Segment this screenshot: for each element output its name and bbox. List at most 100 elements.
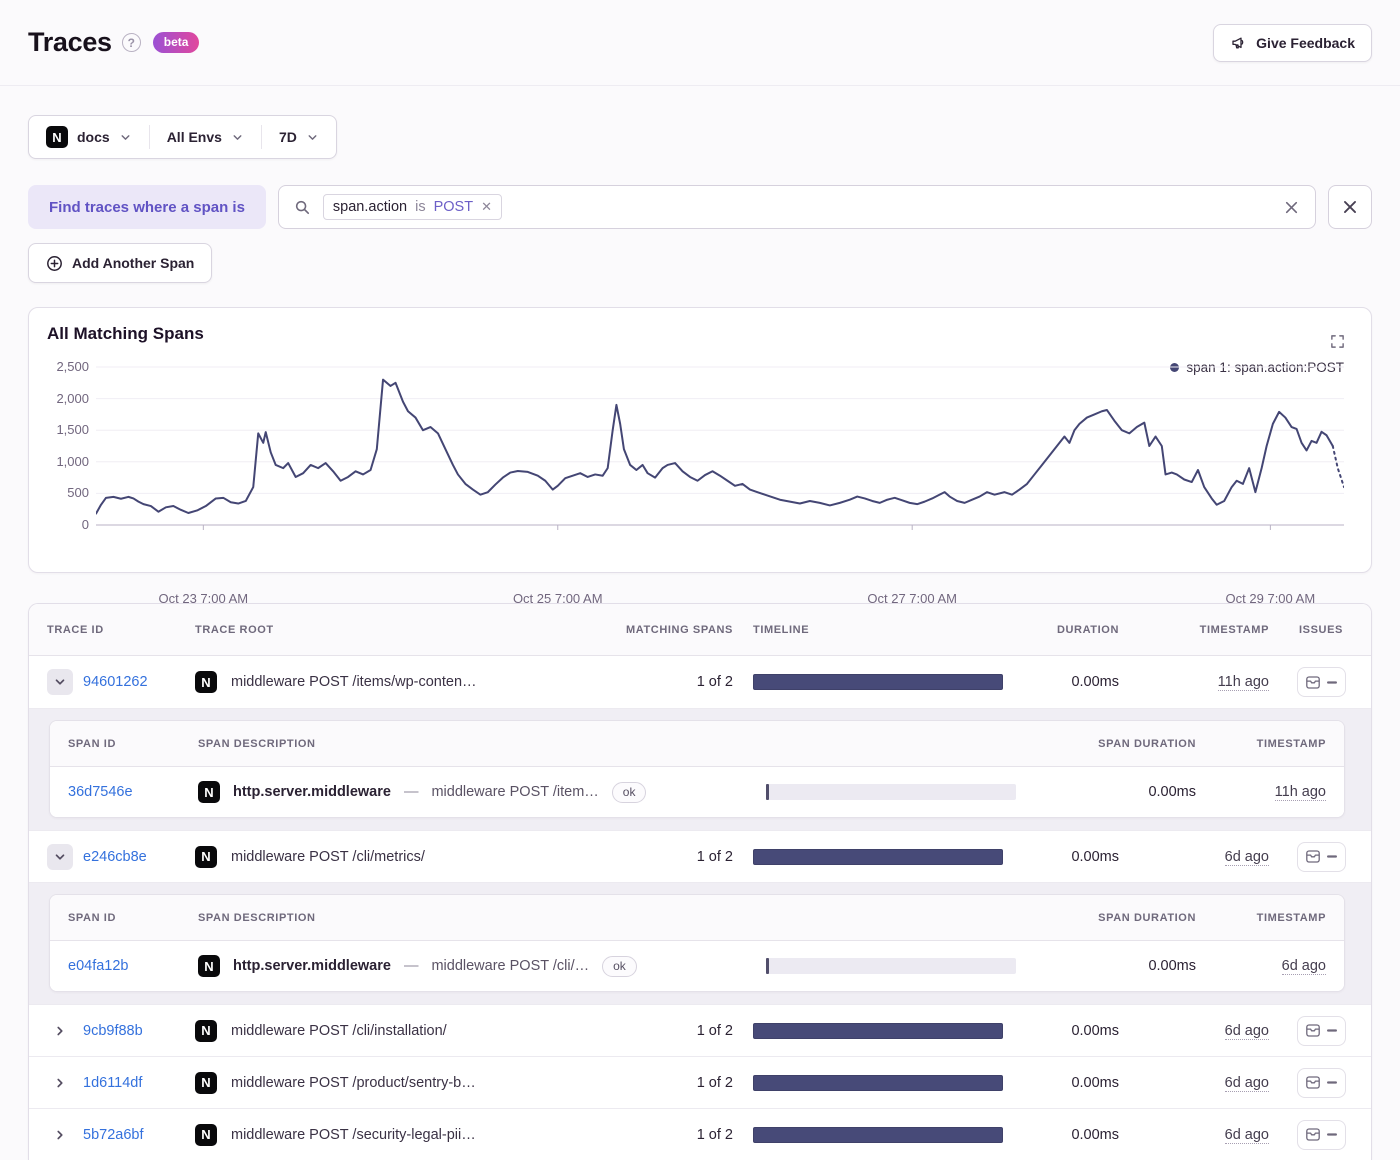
chevron-down-icon — [306, 131, 319, 144]
column-header-span-id: SPAN ID — [68, 737, 117, 750]
trace-root-text: middleware POST /cli/metrics/ — [231, 848, 425, 865]
search-clear-icon[interactable] — [1283, 199, 1300, 216]
y-tick-label: 500 — [67, 485, 89, 501]
timestamp-value[interactable]: 6d ago — [1224, 1126, 1269, 1144]
column-header-timestamp: TIMESTAMP — [1199, 623, 1269, 636]
page-title: Traces — [28, 27, 112, 57]
span-id-link[interactable]: e04fa12b — [68, 958, 128, 974]
find-traces-label-pill[interactable]: Find traces where a span is — [28, 185, 266, 229]
column-header-span-duration: SPAN DURATION — [1098, 737, 1196, 750]
duration-cell: 0.00ms — [1071, 848, 1119, 865]
timestamp-value[interactable]: 11h ago — [1217, 674, 1269, 691]
environment-filter[interactable]: All Envs — [150, 116, 261, 158]
trace-id-link[interactable]: 1d6114df — [83, 1075, 142, 1091]
expand-trace-button[interactable] — [47, 1070, 73, 1096]
x-tick-label: Oct 23 7:00 AM — [158, 591, 249, 606]
trace-id-cell: e246cb8e — [47, 843, 175, 870]
add-another-span-button[interactable]: Add Another Span — [28, 243, 213, 283]
trace-root-cell: Nmiddleware POST /cli/metrics/ — [195, 845, 583, 868]
y-tick-label: 2,000 — [56, 390, 89, 406]
issues-button[interactable] — [1296, 1015, 1346, 1046]
span-timeline-marker — [766, 958, 769, 974]
nextjs-platform-icon: N — [195, 1071, 217, 1094]
span-row: e04fa12b Nhttp.server.middleware — middlewa… — [50, 941, 1344, 991]
matching-spans-cell: 1 of 2 — [696, 674, 733, 690]
chevron-down-icon — [231, 131, 244, 144]
span-status-badge: ok — [611, 781, 647, 803]
nextjs-platform-icon: N — [195, 1123, 217, 1146]
span-id-cell: 36d7546e — [68, 784, 178, 800]
timestamp-value[interactable]: 6d ago — [1224, 1074, 1269, 1092]
beta-badge: beta — [152, 32, 200, 53]
span-id-link[interactable]: 36d7546e — [68, 784, 133, 800]
chart-expand-icon[interactable] — [1330, 334, 1345, 349]
nextjs-project-icon: N — [46, 126, 68, 148]
trace-root-cell: Nmiddleware POST /product/sentry-b… — [195, 1071, 583, 1094]
trace-row: 9cb9f88b Nmiddleware POST /cli/installati… — [29, 1004, 1371, 1056]
span-row: 36d7546e Nhttp.server.middleware — middlewa… — [50, 767, 1344, 817]
timestamp-value[interactable]: 6d ago — [1281, 958, 1326, 975]
matching-spans-cell: 1 of 2 — [696, 1126, 733, 1143]
duration-cell: 0.00ms — [1071, 1074, 1119, 1091]
span-timeline-track — [766, 958, 1016, 974]
page-content: N docs All Envs 7D Find traces where a s… — [0, 86, 1400, 1160]
issue-box-icon — [1305, 1127, 1321, 1142]
column-header-span-description: SPAN DESCRIPTION — [198, 911, 316, 924]
collapse-trace-button[interactable] — [47, 669, 73, 695]
trace-id-link[interactable]: 94601262 — [83, 674, 148, 690]
trace-id-cell: 1d6114df — [47, 1070, 175, 1096]
separator-dash: — — [403, 958, 419, 974]
trace-id-link[interactable]: e246cb8e — [83, 849, 147, 865]
nextjs-platform-icon: N — [195, 845, 217, 868]
timestamp-value[interactable]: 6d ago — [1224, 848, 1269, 866]
trace-timeline-bar — [753, 1074, 1003, 1091]
timestamp-value[interactable]: 11h ago — [1274, 784, 1326, 801]
chart-plot-area: Oct 23 7:00 AM Oct 25 7:00 AM Oct 27 7:00 … — [96, 363, 1344, 606]
token-operator: is — [415, 199, 426, 215]
trace-root-text: middleware POST /items/wp-conten… — [231, 674, 477, 690]
trace-id-link[interactable]: 5b72a6bf — [83, 1127, 143, 1143]
timeline-cell — [753, 848, 1003, 865]
megaphone-icon — [1230, 35, 1247, 51]
issues-button[interactable] — [1296, 667, 1346, 697]
issues-button[interactable] — [1296, 1067, 1346, 1098]
nextjs-platform-icon: N — [195, 1019, 217, 1042]
issues-button[interactable] — [1296, 1119, 1346, 1150]
page-header: Traces ? beta Give Feedback — [0, 0, 1400, 86]
span-search-row: Find traces where a span is span.action … — [28, 185, 1372, 229]
issues-button[interactable] — [1296, 841, 1346, 872]
span-timeline-marker — [766, 784, 769, 800]
span-operation: http.server.middleware — [233, 784, 391, 800]
x-tick-label: Oct 27 7:00 AM — [867, 591, 957, 606]
search-filter-token[interactable]: span.action is POST ✕ — [322, 194, 502, 220]
trace-root-cell: Nmiddleware POST /items/wp-conten… — [195, 671, 583, 693]
date-range-filter[interactable]: 7D — [262, 116, 336, 158]
project-filter[interactable]: N docs — [29, 116, 149, 158]
trace-timeline-bar — [753, 1022, 1003, 1039]
trace-id-link[interactable]: 9cb9f88b — [83, 1023, 143, 1039]
expand-trace-button[interactable] — [47, 1122, 73, 1148]
y-tick-label: 0 — [81, 517, 89, 532]
trace-table-header: TRACE ID TRACE ROOT MATCHING SPANS TIMELINE… — [29, 604, 1371, 656]
search-icon — [294, 199, 311, 216]
give-feedback-button[interactable]: Give Feedback — [1213, 23, 1372, 62]
token-value: POST — [433, 199, 474, 215]
timestamp-value[interactable]: 6d ago — [1224, 1022, 1269, 1040]
y-tick-label: 1,500 — [56, 422, 89, 438]
trace-row: e246cb8e Nmiddleware POST /cli/metrics/1 … — [29, 830, 1371, 882]
add-another-span-label: Add Another Span — [72, 255, 195, 271]
help-icon[interactable]: ? — [121, 33, 141, 52]
token-remove-icon[interactable]: ✕ — [481, 199, 492, 215]
timeline-cell — [753, 1022, 1003, 1039]
remove-span-query-button[interactable] — [1328, 185, 1372, 229]
dash-icon — [1327, 1029, 1337, 1032]
expand-trace-button[interactable] — [47, 1018, 73, 1044]
span-operation: http.server.middleware — [233, 958, 391, 974]
trace-row: 94601262 Nmiddleware POST /items/wp-conte… — [29, 656, 1371, 708]
span-duration-cell: 0.00ms — [1148, 958, 1196, 974]
matching-spans-chart-panel: All Matching Spans span 1: span.action:P… — [28, 307, 1372, 606]
span-table-header: SPAN ID SPAN DESCRIPTION SPAN DURATION TIME… — [50, 895, 1344, 941]
collapse-trace-button[interactable] — [47, 843, 73, 870]
span-search-input[interactable]: span.action is POST ✕ — [277, 185, 1316, 229]
duration-cell: 0.00ms — [1071, 1022, 1119, 1039]
